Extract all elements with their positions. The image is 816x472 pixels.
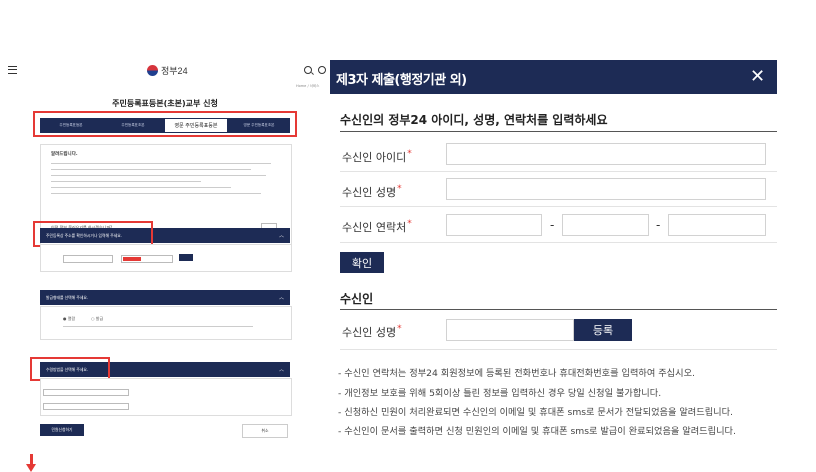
page-title: 주민등록표등본(초본)교부 신청 (112, 99, 218, 108)
divider (340, 206, 777, 207)
notice-line (51, 175, 266, 176)
recipient-name-label: 수신인 성명* (342, 184, 402, 199)
chevron-up-icon: ︿ (278, 233, 284, 239)
divider (340, 242, 777, 243)
recipient-phone-label: 수신인 연락처* (342, 219, 412, 234)
chevron-up-icon: ︿ (278, 367, 284, 373)
required-mark: * (397, 324, 402, 334)
gov24-logo[interactable]: 정부24 (147, 64, 188, 77)
note-phone: - 수신인 연락처는 정부24 회원정보에 등록된 전화번호나 휴대전화번호를 … (338, 368, 695, 379)
issue-panel: ● 열람 ○ 발급 (40, 306, 292, 340)
notice-line (51, 163, 271, 164)
dialog-title: 제3자 제출(행정기관 외) (336, 73, 467, 88)
close-icon[interactable]: ✕ (750, 66, 765, 87)
phone-separator: - (550, 218, 555, 232)
address-panel (40, 244, 292, 272)
cancel-button[interactable]: 취소 (242, 424, 288, 438)
redacted-mark (123, 257, 141, 261)
recipient-register-name-label: 수신인 성명* (342, 324, 402, 339)
register-button[interactable]: 등록 (574, 319, 632, 341)
recipient-register-name-input[interactable] (446, 319, 574, 341)
arrow-down-icon (26, 454, 36, 472)
user-icon[interactable] (318, 66, 326, 74)
phone-part-2-input[interactable] (562, 214, 649, 236)
section-issue-type[interactable]: 발급형태를 선택해 주세요. ︿ (40, 290, 290, 305)
notice-title: 알려드립니다. (51, 152, 78, 157)
confirm-button[interactable]: 확인 (340, 252, 384, 273)
sido-select[interactable] (63, 255, 113, 263)
notice-line (51, 193, 261, 194)
recipient-heading: 수신인 (340, 292, 374, 306)
recipient-id-input[interactable] (446, 143, 766, 165)
address-search-button[interactable] (179, 254, 193, 261)
receive-panel (40, 378, 292, 416)
divider (340, 171, 777, 172)
divider (340, 131, 777, 132)
phone-part-1-input[interactable] (446, 214, 542, 236)
issue-help-line (63, 326, 253, 327)
issue-option-view[interactable]: ● 열람 (63, 316, 75, 322)
issue-option-issue[interactable]: ○ 발급 (91, 316, 103, 322)
recipient-name-input[interactable] (446, 178, 766, 200)
mobile-page-screenshot: 정부24 Home / 서비스 주민등록표등본(초본)교부 신청 주민등록표등본… (0, 60, 330, 472)
taegeuk-icon (147, 65, 158, 76)
recipient-info-heading: 수신인의 정부24 아이디, 성명, 연락처를 입력하세요 (340, 113, 608, 127)
highlight-tabs (33, 111, 297, 137)
note-delivery: - 신청하신 민원이 처리완료되면 수신인의 이메일 및 휴대폰 sms로 문서… (338, 407, 733, 418)
menu-icon[interactable] (8, 66, 17, 74)
required-mark: * (407, 219, 412, 229)
notice-line (51, 181, 201, 182)
receive-select-1[interactable] (43, 389, 129, 396)
dialog-header: 제3자 제출(행정기관 외) ✕ (330, 60, 777, 94)
divider (340, 309, 777, 310)
phone-part-3-input[interactable] (668, 214, 766, 236)
recipient-id-label: 수신인 아이디* (342, 149, 412, 164)
note-privacy: - 개인정보 보호를 위해 5회이상 틀린 정보를 입력하신 경우 당일 신청일… (338, 388, 662, 399)
divider (340, 349, 777, 350)
third-party-submit-dialog: 제3자 제출(행정기관 외) ✕ 수신인의 정부24 아이디, 성명, 연락처를… (330, 60, 777, 450)
note-print: - 수신인이 문서를 출력하면 신청 민원인의 이메일 및 휴대폰 sms로 발… (338, 426, 736, 437)
required-mark: * (397, 184, 402, 194)
notice-line (51, 169, 251, 170)
site-header: 정부24 (0, 60, 330, 84)
search-icon[interactable] (304, 66, 312, 74)
chevron-up-icon: ︿ (278, 295, 284, 301)
submit-application-button[interactable]: 민원신청하기 (40, 424, 84, 436)
required-mark: * (407, 149, 412, 159)
receive-select-2[interactable] (43, 403, 129, 410)
phone-separator: - (656, 218, 661, 232)
notice-line (51, 187, 231, 188)
breadcrumb: Home / 서비스 (296, 84, 320, 88)
